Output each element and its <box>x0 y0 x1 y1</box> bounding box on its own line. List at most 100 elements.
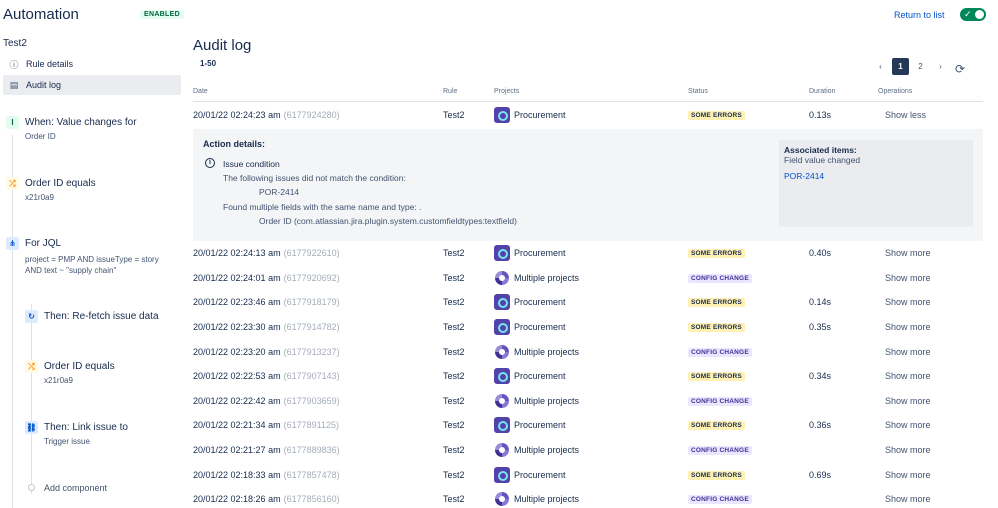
show-more-button[interactable]: Show more <box>885 364 931 388</box>
show-more-button[interactable]: Show more <box>885 413 931 437</box>
execution-id: (6177918179) <box>283 297 340 307</box>
status-cell: SOME ERRORS <box>688 463 745 487</box>
execution-date: 20/01/22 02:24:13 am <box>193 248 281 258</box>
project-name: Procurement <box>514 248 566 258</box>
date-cell: 20/01/22 02:21:27 am (6177889836) <box>193 438 340 462</box>
component-condition[interactable]: ⤮ Order ID equals x21r0a9 <box>6 177 176 209</box>
page-2-button[interactable]: 2 <box>912 58 929 75</box>
table-row[interactable]: 20/01/22 02:21:34 am (6177891125) Test2 Pro… <box>193 413 983 437</box>
column-header-operations: Operations <box>878 88 913 95</box>
rule-cell: Test2 <box>443 445 465 455</box>
app-title: Automation <box>3 6 79 23</box>
page-title: Audit log <box>193 37 252 54</box>
project-cell: Procurement <box>494 103 566 127</box>
show-more-button[interactable]: Show more <box>885 389 931 413</box>
show-more-button[interactable]: Show more <box>885 315 931 339</box>
table-row[interactable]: 20/01/22 02:22:53 am (6177907143) Test2 Pro… <box>193 364 983 388</box>
duration-cell: 0.14s <box>809 297 832 307</box>
show-more-button[interactable]: Show more <box>885 266 931 290</box>
execution-date: 20/01/22 02:18:33 am <box>193 470 281 480</box>
date-cell: 20/01/22 02:18:26 am (6177856160) <box>193 487 340 508</box>
enabled-badge: ENABLED <box>140 10 184 19</box>
rule-name: Test2 <box>3 38 27 49</box>
add-component-button[interactable]: Add component <box>44 483 107 493</box>
status-badge: SOME ERRORS <box>688 297 745 307</box>
associated-items-box: Associated items: Field value changed PO… <box>779 140 973 227</box>
date-cell: 20/01/22 02:22:53 am (6177907143) <box>193 364 340 388</box>
nav-rule-details[interactable]: ⓘ Rule details <box>3 54 181 74</box>
table-row[interactable]: 20/01/22 02:23:30 am (6177914782) Test2 Pro… <box>193 315 983 339</box>
date-cell: 20/01/22 02:24:13 am (6177922610) <box>193 241 340 265</box>
detail-line: Order ID (com.atlassian.jira.plugin.syst… <box>259 216 517 226</box>
rule-cell: Test2 <box>443 322 465 332</box>
next-page-button[interactable]: › <box>932 58 949 75</box>
show-more-button[interactable]: Show more <box>885 340 931 364</box>
status-badge: CONFIG CHANGE <box>688 445 752 455</box>
table-row[interactable]: 20/01/22 02:18:26 am (6177856160) Test2 Mul… <box>193 487 983 508</box>
table-row[interactable]: 20/01/22 02:24:23 am (6177924280) Test2 Pro… <box>193 103 983 127</box>
component-subtitle: Order ID <box>25 132 56 141</box>
refresh-icon[interactable]: ⟳ <box>955 62 965 76</box>
rule-enabled-toggle[interactable]: ✓ <box>960 8 986 21</box>
table-header-divider <box>193 101 983 102</box>
status-badge: SOME ERRORS <box>688 248 745 258</box>
status-cell: CONFIG CHANGE <box>688 266 752 290</box>
component-condition-nested[interactable]: ⤮ Order ID equals x21r0a9 <box>25 360 180 392</box>
execution-id: (6177856160) <box>283 494 340 504</box>
status-badge: SOME ERRORS <box>688 371 745 381</box>
project-cell: Procurement <box>494 413 566 437</box>
column-header-projects: Projects <box>494 88 520 95</box>
status-cell: SOME ERRORS <box>688 315 745 339</box>
duration-cell: 0.36s <box>809 420 832 430</box>
rule-cell: Test2 <box>443 110 465 120</box>
table-row[interactable]: 20/01/22 02:18:33 am (6177857478) Test2 Pro… <box>193 463 983 487</box>
result-range: 1-50 <box>200 59 217 68</box>
project-name: Multiple projects <box>514 347 580 357</box>
component-title: Order ID equals <box>44 361 115 372</box>
show-less-button[interactable]: Show less <box>885 103 926 127</box>
show-more-button[interactable]: Show more <box>885 438 931 462</box>
project-cell: Procurement <box>494 241 566 265</box>
associated-items-title: Associated items: <box>784 145 857 155</box>
project-name: Procurement <box>514 420 566 430</box>
duration-cell: 0.40s <box>809 248 832 258</box>
show-more-button[interactable]: Show more <box>885 487 931 508</box>
table-row[interactable]: 20/01/22 02:22:42 am (6177903659) Test2 Mul… <box>193 389 983 413</box>
component-action-refetch[interactable]: ↻ Then: Re-fetch issue data <box>25 310 180 330</box>
table-row[interactable]: 20/01/22 02:24:13 am (6177922610) Test2 Pro… <box>193 241 983 265</box>
multiple-projects-icon <box>494 442 510 458</box>
table-row[interactable]: 20/01/22 02:23:46 am (6177918179) Test2 Pro… <box>193 290 983 314</box>
status-cell: SOME ERRORS <box>688 413 745 437</box>
project-cell: Procurement <box>494 315 566 339</box>
duration-cell: 0.35s <box>809 322 832 332</box>
return-to-list-link[interactable]: Return to list <box>894 10 945 20</box>
column-header-duration: Duration <box>809 88 836 95</box>
execution-date: 20/01/22 02:22:42 am <box>193 396 281 406</box>
prev-page-button[interactable]: ‹ <box>872 58 889 75</box>
show-more-button[interactable]: Show more <box>885 463 931 487</box>
component-title: Then: Re-fetch issue data <box>44 311 159 322</box>
project-cell: Multiple projects <box>494 438 579 462</box>
table-row[interactable]: 20/01/22 02:23:20 am (6177913237) Test2 Mul… <box>193 340 983 364</box>
execution-date: 20/01/22 02:24:23 am <box>193 110 281 120</box>
multiple-projects-icon <box>494 393 510 409</box>
project-icon <box>494 417 510 433</box>
branch-icon: ⋔ <box>6 237 19 250</box>
table-row[interactable]: 20/01/22 02:21:27 am (6177889836) Test2 Mul… <box>193 438 983 462</box>
execution-date: 20/01/22 02:23:20 am <box>193 347 281 357</box>
toggle-knob <box>975 10 984 19</box>
table-row[interactable]: 20/01/22 02:24:01 am (6177920692) Test2 Mul… <box>193 266 983 290</box>
component-action-link[interactable]: ⛓ Then: Link issue to Trigger issue <box>25 421 180 453</box>
date-cell: 20/01/22 02:23:46 am (6177918179) <box>193 290 340 314</box>
condition-icon: ⤮ <box>25 360 38 373</box>
show-more-button[interactable]: Show more <box>885 290 931 314</box>
page-1-button[interactable]: 1 <box>892 58 909 75</box>
component-trigger[interactable]: I When: Value changes for Order ID <box>6 116 176 148</box>
associated-issue-link[interactable]: POR-2414 <box>784 171 824 181</box>
show-more-button[interactable]: Show more <box>885 241 931 265</box>
project-cell: Multiple projects <box>494 389 579 413</box>
component-title: For JQL <box>25 238 62 249</box>
status-badge: SOME ERRORS <box>688 420 745 430</box>
component-branch[interactable]: ⋔ For JQL project = PMP AND issueType = … <box>6 237 181 281</box>
nav-audit-log[interactable]: ▤ Audit log <box>3 75 181 95</box>
